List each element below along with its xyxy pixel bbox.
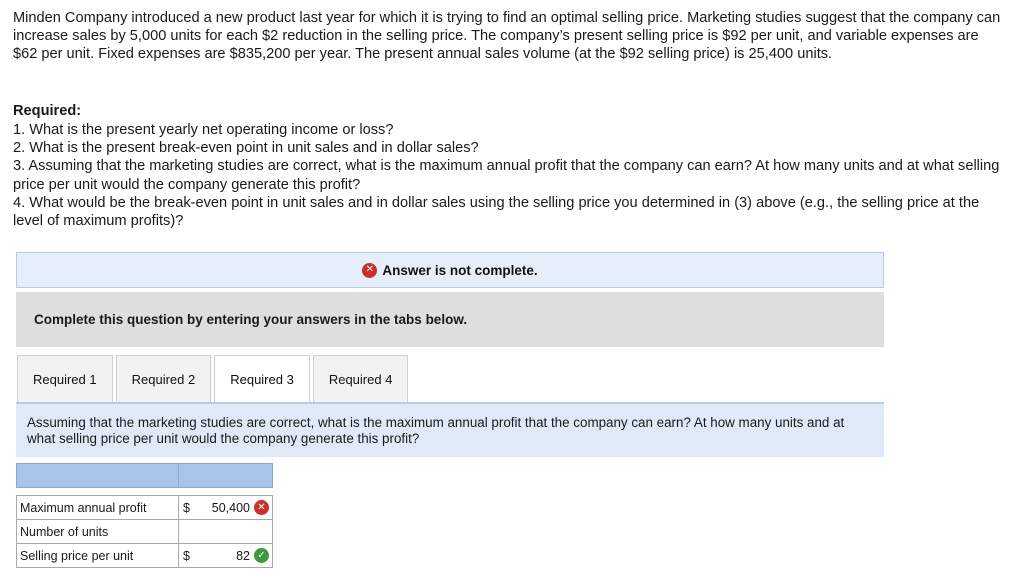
instruction-bar: Complete this question by entering your …: [16, 292, 884, 347]
answer-status-text: Answer is not complete.: [382, 262, 538, 278]
currency-symbol: $: [183, 500, 190, 515]
requirement-1: 1. What is the present yearly net operat…: [13, 122, 394, 138]
problem-intro: Minden Company introduced a new product …: [13, 10, 1001, 63]
row-label-max-profit: Maximum annual profit: [16, 495, 179, 520]
answer-status-bar: ✕ Answer is not complete.: [16, 252, 884, 288]
tab-required-1[interactable]: Required 1: [17, 355, 113, 403]
requirement-4: 4. What would be the break-even point in…: [13, 194, 980, 230]
currency-symbol: $: [183, 548, 190, 563]
tab-required-4[interactable]: Required 4: [312, 355, 409, 403]
table-row: Maximum annual profit $ 50,400 ✕: [16, 495, 273, 520]
header-cell-value: [178, 463, 273, 488]
question-prompt: Assuming that the marketing studies are …: [16, 402, 884, 457]
table-row: Selling price per unit $ 82 ✓: [16, 543, 273, 568]
header-cell-label: [16, 463, 179, 488]
tab-required-3[interactable]: Required 3: [214, 355, 310, 403]
required-heading: Required:: [13, 103, 82, 119]
max-profit-input[interactable]: $ 50,400 ✕: [178, 495, 273, 520]
selling-price-value[interactable]: 82: [199, 549, 254, 563]
requirement-3: 3. Assuming that the marketing studies a…: [13, 158, 1000, 193]
requirement-2: 2. What is the present break-even point …: [13, 140, 479, 157]
max-profit-value[interactable]: 50,400: [199, 501, 254, 515]
number-of-units-input[interactable]: [178, 519, 273, 544]
answer-table-header: [16, 463, 273, 488]
x-icon: ✕: [254, 500, 269, 515]
requirement-tabs: Required 1 Required 2 Required 3 Require…: [17, 355, 409, 403]
table-spacer-row: [16, 487, 273, 496]
table-row: Number of units: [16, 519, 273, 544]
tab-required-2[interactable]: Required 2: [115, 355, 212, 403]
instruction-text: Complete this question by entering your …: [34, 312, 468, 327]
x-icon: ✕: [362, 262, 378, 278]
requirements-list: 1. What is the present yearly net operat…: [13, 121, 1003, 230]
selling-price-input[interactable]: $ 82 ✓: [178, 543, 273, 568]
check-icon: ✓: [254, 548, 269, 563]
row-label-selling-price: Selling price per unit: [16, 543, 179, 568]
row-label-number-of-units: Number of units: [16, 519, 179, 544]
answer-table: Maximum annual profit $ 50,400 ✕ Number …: [16, 463, 273, 568]
